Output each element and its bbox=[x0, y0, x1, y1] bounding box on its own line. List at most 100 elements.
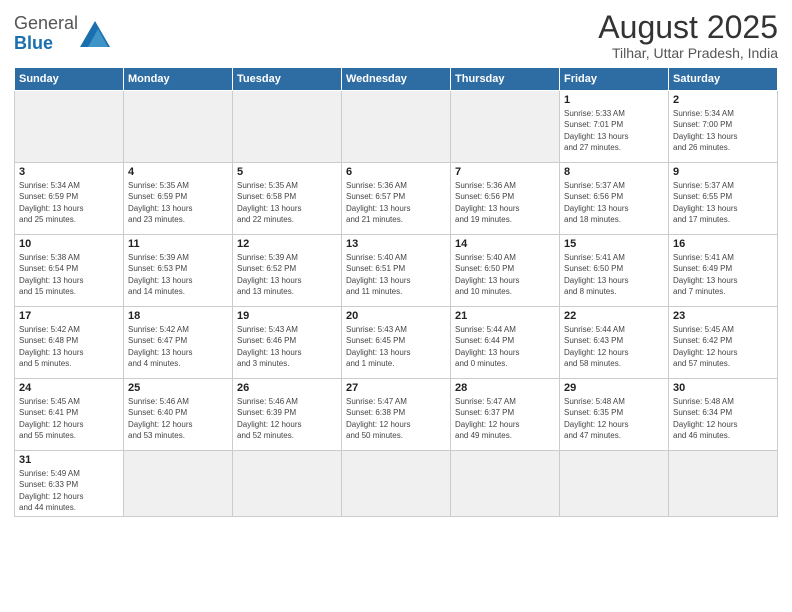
header-wednesday: Wednesday bbox=[342, 68, 451, 91]
calendar-week-row: 24 Sunrise: 5:45 AM Sunset: 6:41 PM Dayli… bbox=[15, 379, 778, 451]
header-saturday: Saturday bbox=[669, 68, 778, 91]
day-info: Sunrise: 5:46 AM Sunset: 6:40 PM Dayligh… bbox=[128, 396, 228, 441]
day-number: 22 bbox=[564, 310, 664, 322]
day-number: 25 bbox=[128, 382, 228, 394]
calendar-cell bbox=[342, 451, 451, 517]
day-number: 29 bbox=[564, 382, 664, 394]
calendar-cell: 20 Sunrise: 5:43 AM Sunset: 6:45 PM Dayli… bbox=[342, 307, 451, 379]
calendar-cell: 5 Sunrise: 5:35 AM Sunset: 6:58 PM Daylig… bbox=[233, 163, 342, 235]
calendar-week-row: 17 Sunrise: 5:42 AM Sunset: 6:48 PM Dayli… bbox=[15, 307, 778, 379]
day-info: Sunrise: 5:46 AM Sunset: 6:39 PM Dayligh… bbox=[237, 396, 337, 441]
day-info: Sunrise: 5:37 AM Sunset: 6:56 PM Dayligh… bbox=[564, 180, 664, 225]
calendar-cell bbox=[342, 91, 451, 163]
day-number: 8 bbox=[564, 166, 664, 178]
day-info: Sunrise: 5:40 AM Sunset: 6:50 PM Dayligh… bbox=[455, 252, 555, 297]
calendar-cell: 26 Sunrise: 5:46 AM Sunset: 6:39 PM Dayli… bbox=[233, 379, 342, 451]
calendar-cell: 8 Sunrise: 5:37 AM Sunset: 6:56 PM Daylig… bbox=[560, 163, 669, 235]
day-info: Sunrise: 5:45 AM Sunset: 6:42 PM Dayligh… bbox=[673, 324, 773, 369]
calendar-cell bbox=[560, 451, 669, 517]
day-info: Sunrise: 5:34 AM Sunset: 7:00 PM Dayligh… bbox=[673, 108, 773, 153]
calendar-cell: 12Sunrise: 5:39 AM Sunset: 6:52 PM Dayli… bbox=[233, 235, 342, 307]
calendar-cell: 25 Sunrise: 5:46 AM Sunset: 6:40 PM Dayli… bbox=[124, 379, 233, 451]
calendar-cell: 24 Sunrise: 5:45 AM Sunset: 6:41 PM Dayli… bbox=[15, 379, 124, 451]
day-number: 26 bbox=[237, 382, 337, 394]
calendar-cell: 1 Sunrise: 5:33 AM Sunset: 7:01 PM Daylig… bbox=[560, 91, 669, 163]
calendar-cell: 6 Sunrise: 5:36 AM Sunset: 6:57 PM Daylig… bbox=[342, 163, 451, 235]
day-info: Sunrise: 5:36 AM Sunset: 6:57 PM Dayligh… bbox=[346, 180, 446, 225]
day-info: Sunrise: 5:44 AM Sunset: 6:43 PM Dayligh… bbox=[564, 324, 664, 369]
day-number: 9 bbox=[673, 166, 773, 178]
day-number: 10 bbox=[19, 238, 119, 250]
day-number: 3 bbox=[19, 166, 119, 178]
day-info: Sunrise: 5:33 AM Sunset: 7:01 PM Dayligh… bbox=[564, 108, 664, 153]
day-info: Sunrise: 5:42 AM Sunset: 6:47 PM Dayligh… bbox=[128, 324, 228, 369]
day-info: Sunrise: 5:35 AM Sunset: 6:58 PM Dayligh… bbox=[237, 180, 337, 225]
day-info: Sunrise: 5:47 AM Sunset: 6:37 PM Dayligh… bbox=[455, 396, 555, 441]
calendar-cell: 4Sunrise: 5:35 AM Sunset: 6:59 PM Daylig… bbox=[124, 163, 233, 235]
calendar-cell: 22 Sunrise: 5:44 AM Sunset: 6:43 PM Dayli… bbox=[560, 307, 669, 379]
calendar-cell bbox=[451, 451, 560, 517]
calendar-cell bbox=[233, 91, 342, 163]
header-tuesday: Tuesday bbox=[233, 68, 342, 91]
day-number: 6 bbox=[346, 166, 446, 178]
logo-blue: Blue bbox=[14, 33, 53, 53]
title-block: August 2025 Tilhar, Uttar Pradesh, India bbox=[598, 10, 778, 61]
calendar-cell bbox=[124, 451, 233, 517]
day-number: 5 bbox=[237, 166, 337, 178]
day-number: 20 bbox=[346, 310, 446, 322]
day-number: 28 bbox=[455, 382, 555, 394]
header-thursday: Thursday bbox=[451, 68, 560, 91]
logo-general: General bbox=[14, 13, 78, 33]
day-info: Sunrise: 5:49 AM Sunset: 6:33 PM Dayligh… bbox=[19, 468, 119, 513]
day-info: Sunrise: 5:34 AM Sunset: 6:59 PM Dayligh… bbox=[19, 180, 119, 225]
calendar-cell: 10Sunrise: 5:38 AM Sunset: 6:54 PM Dayli… bbox=[15, 235, 124, 307]
calendar-cell: 28 Sunrise: 5:47 AM Sunset: 6:37 PM Dayli… bbox=[451, 379, 560, 451]
day-info: Sunrise: 5:47 AM Sunset: 6:38 PM Dayligh… bbox=[346, 396, 446, 441]
calendar-cell: 11Sunrise: 5:39 AM Sunset: 6:53 PM Dayli… bbox=[124, 235, 233, 307]
calendar-cell: 13 Sunrise: 5:40 AM Sunset: 6:51 PM Dayli… bbox=[342, 235, 451, 307]
day-info: Sunrise: 5:39 AM Sunset: 6:52 PM Dayligh… bbox=[237, 252, 337, 297]
calendar-cell bbox=[124, 91, 233, 163]
calendar-week-row: 31 Sunrise: 5:49 AM Sunset: 6:33 PM Dayli… bbox=[15, 451, 778, 517]
calendar-cell: 15Sunrise: 5:41 AM Sunset: 6:50 PM Dayli… bbox=[560, 235, 669, 307]
day-number: 1 bbox=[564, 94, 664, 106]
day-number: 19 bbox=[237, 310, 337, 322]
day-info: Sunrise: 5:43 AM Sunset: 6:45 PM Dayligh… bbox=[346, 324, 446, 369]
day-info: Sunrise: 5:48 AM Sunset: 6:35 PM Dayligh… bbox=[564, 396, 664, 441]
calendar-cell: 14 Sunrise: 5:40 AM Sunset: 6:50 PM Dayli… bbox=[451, 235, 560, 307]
day-info: Sunrise: 5:42 AM Sunset: 6:48 PM Dayligh… bbox=[19, 324, 119, 369]
header-friday: Friday bbox=[560, 68, 669, 91]
day-number: 13 bbox=[346, 238, 446, 250]
calendar-week-row: 3 Sunrise: 5:34 AM Sunset: 6:59 PM Daylig… bbox=[15, 163, 778, 235]
day-number: 31 bbox=[19, 454, 119, 466]
day-number: 4 bbox=[128, 166, 228, 178]
day-info: Sunrise: 5:40 AM Sunset: 6:51 PM Dayligh… bbox=[346, 252, 446, 297]
day-number: 24 bbox=[19, 382, 119, 394]
weekday-header-row: Sunday Monday Tuesday Wednesday Thursday… bbox=[15, 68, 778, 91]
day-number: 15 bbox=[564, 238, 664, 250]
month-year: August 2025 bbox=[598, 10, 778, 45]
day-info: Sunrise: 5:36 AM Sunset: 6:56 PM Dayligh… bbox=[455, 180, 555, 225]
day-number: 23 bbox=[673, 310, 773, 322]
calendar-week-row: 1 Sunrise: 5:33 AM Sunset: 7:01 PM Daylig… bbox=[15, 91, 778, 163]
day-number: 30 bbox=[673, 382, 773, 394]
day-info: Sunrise: 5:39 AM Sunset: 6:53 PM Dayligh… bbox=[128, 252, 228, 297]
calendar-cell: 2 Sunrise: 5:34 AM Sunset: 7:00 PM Daylig… bbox=[669, 91, 778, 163]
day-number: 2 bbox=[673, 94, 773, 106]
day-number: 17 bbox=[19, 310, 119, 322]
calendar-cell: 27Sunrise: 5:47 AM Sunset: 6:38 PM Dayli… bbox=[342, 379, 451, 451]
calendar-cell bbox=[669, 451, 778, 517]
day-number: 18 bbox=[128, 310, 228, 322]
day-info: Sunrise: 5:45 AM Sunset: 6:41 PM Dayligh… bbox=[19, 396, 119, 441]
day-number: 14 bbox=[455, 238, 555, 250]
calendar-table: Sunday Monday Tuesday Wednesday Thursday… bbox=[14, 67, 778, 517]
calendar-cell bbox=[233, 451, 342, 517]
calendar-cell: 18 Sunrise: 5:42 AM Sunset: 6:47 PM Dayli… bbox=[124, 307, 233, 379]
calendar-cell: 29 Sunrise: 5:48 AM Sunset: 6:35 PM Dayli… bbox=[560, 379, 669, 451]
calendar-cell: 31 Sunrise: 5:49 AM Sunset: 6:33 PM Dayli… bbox=[15, 451, 124, 517]
day-info: Sunrise: 5:41 AM Sunset: 6:49 PM Dayligh… bbox=[673, 252, 773, 297]
header: General Blue August 2025 Tilhar, Uttar P… bbox=[14, 10, 778, 61]
calendar-week-row: 10Sunrise: 5:38 AM Sunset: 6:54 PM Dayli… bbox=[15, 235, 778, 307]
calendar-cell: 19Sunrise: 5:43 AM Sunset: 6:46 PM Dayli… bbox=[233, 307, 342, 379]
day-info: Sunrise: 5:48 AM Sunset: 6:34 PM Dayligh… bbox=[673, 396, 773, 441]
